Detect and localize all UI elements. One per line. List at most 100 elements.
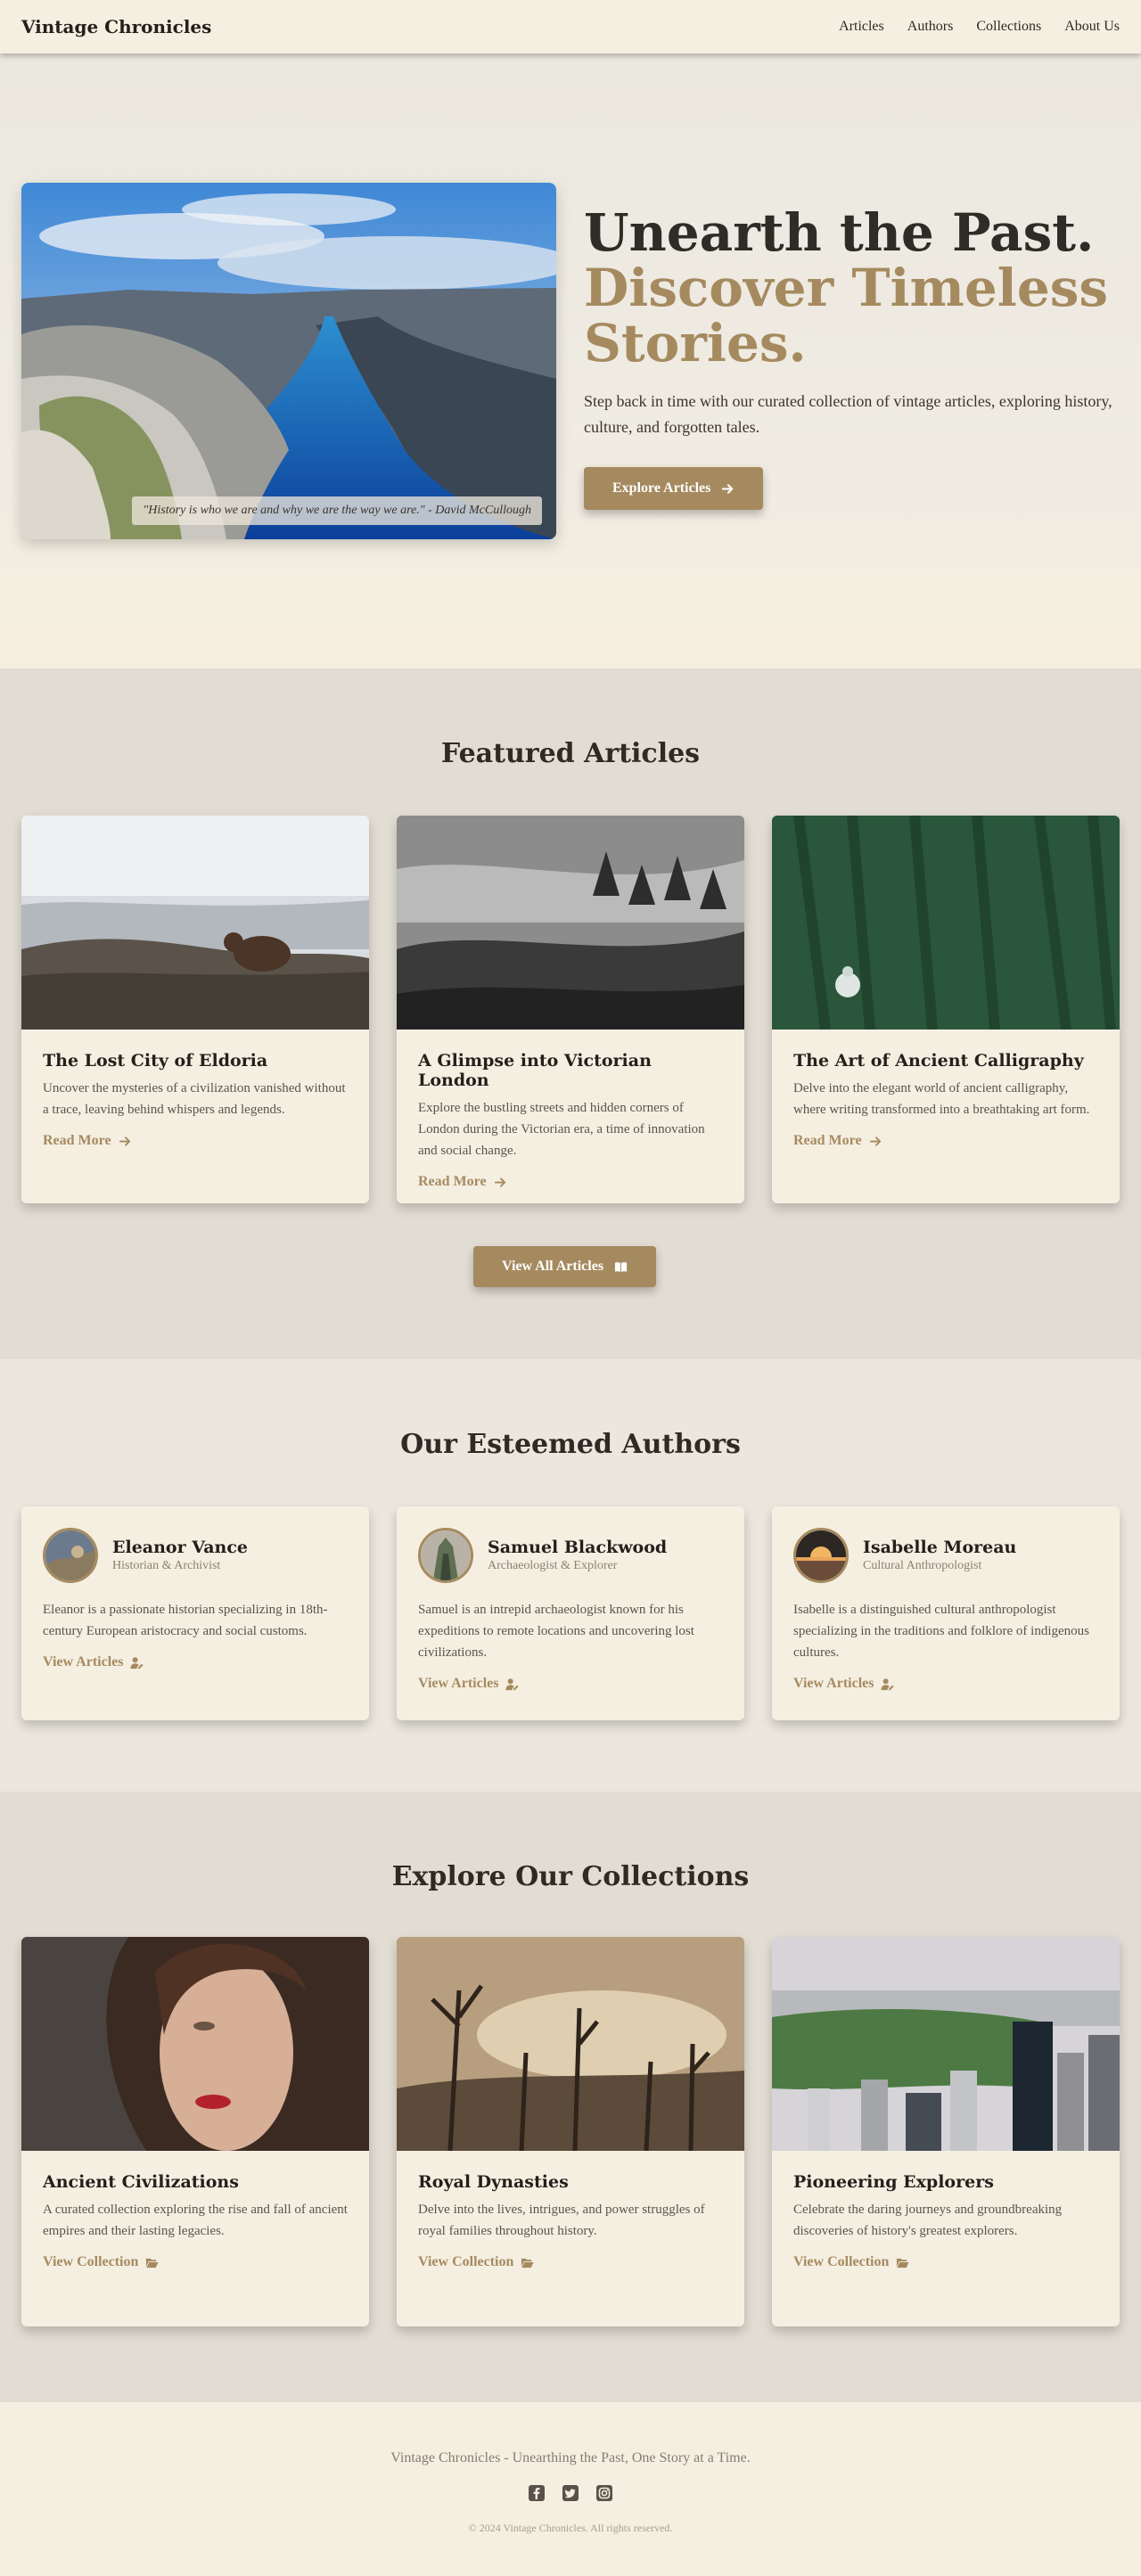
hero-subtitle: Step back in time with our curated colle…	[584, 392, 1112, 436]
view-articles-label: View Articles	[418, 1676, 499, 1691]
article-title[interactable]: A Glimpse into Victorian London	[418, 1051, 723, 1090]
article-description: Explore the bustling streets and hidden …	[418, 1101, 705, 1158]
author-card: Samuel Blackwood Archaeologist & Explore…	[397, 1506, 744, 1720]
view-collection-label: View Collection	[793, 2254, 890, 2269]
avatar	[43, 1528, 98, 1583]
featured-articles-section: Featured Articles The Lost City of Eldor…	[0, 669, 1141, 1359]
author-bio: Samuel is an intrepid archaeologist know…	[418, 1603, 694, 1660]
article-image-bear	[21, 816, 369, 1030]
view-all-articles-button[interactable]: View All Articles	[473, 1246, 657, 1287]
author-name: Eleanor Vance	[112, 1538, 248, 1557]
hero-text: Unearth the Past. Discover Timeless Stor…	[584, 205, 1119, 510]
view-articles-link[interactable]: View Articles	[793, 1676, 895, 1692]
avatar	[418, 1528, 473, 1583]
explore-articles-button[interactable]: Explore Articles	[584, 467, 764, 510]
author-role: Archaeologist & Explorer	[488, 1559, 618, 1572]
view-collection-label: View Collection	[418, 2254, 514, 2269]
arrow-right-icon	[119, 1136, 130, 1146]
collections-title: Explore Our Collections	[391, 1861, 750, 1892]
author-name: Samuel Blackwood	[488, 1538, 668, 1557]
collection-image-dead-trees	[397, 1937, 744, 2152]
footer-copyright: © 2024 Vintage Chronicles. All rights re…	[468, 2522, 673, 2534]
view-articles-link[interactable]: View Articles	[43, 1654, 144, 1670]
author-bio: Eleanor is a passionate historian specia…	[43, 1603, 328, 1638]
arrow-right-icon	[722, 483, 734, 494]
user-pen-icon	[505, 1678, 520, 1690]
explore-articles-label: Explore Articles	[612, 480, 711, 496]
folder-open-icon	[897, 2258, 909, 2268]
nav-link-articles[interactable]: Articles	[839, 19, 884, 35]
read-more-label: Read More	[793, 1133, 862, 1148]
author-role: Cultural Anthropologist	[863, 1559, 982, 1572]
author-name: Isabelle Moreau	[863, 1538, 1017, 1557]
article-title[interactable]: The Lost City of Eldoria	[43, 1051, 348, 1071]
arrow-right-icon	[869, 1136, 881, 1146]
view-articles-label: View Articles	[793, 1676, 874, 1691]
article-image-forest	[397, 816, 744, 1030]
author-card: Isabelle Moreau Cultural Anthropologist …	[772, 1506, 1120, 1720]
view-collection-link[interactable]: View Collection	[793, 2254, 909, 2270]
folder-open-icon	[521, 2258, 534, 2268]
collection-title[interactable]: Pioneering Explorers	[793, 2172, 1098, 2192]
authors-title: Our Esteemed Authors	[400, 1429, 741, 1460]
view-articles-label: View Articles	[43, 1654, 124, 1669]
collection-image-city-park	[772, 1937, 1120, 2151]
read-more-label: Read More	[418, 1174, 487, 1189]
hero-title-line3: Stories.	[584, 313, 807, 373]
author-bio: Isabelle is a distinguished cultural ant…	[793, 1603, 1090, 1660]
avatar	[793, 1528, 849, 1583]
collection-card: Royal Dynasties Delve into the lives, in…	[397, 1937, 744, 2326]
nav-link-about[interactable]: About Us	[1064, 19, 1120, 35]
author-card: Eleanor Vance Historian & Archivist Elea…	[21, 1506, 369, 1720]
social-links	[0, 2484, 1141, 2502]
arrow-right-icon	[494, 1177, 505, 1187]
book-open-icon	[614, 1261, 628, 1272]
read-more-link[interactable]: Read More	[43, 1133, 132, 1149]
article-title[interactable]: The Art of Ancient Calligraphy	[793, 1051, 1098, 1071]
hero-title-line2: Discover Timeless	[584, 258, 1109, 318]
featured-title: Featured Articles	[440, 738, 701, 769]
instagram-icon[interactable]	[595, 2484, 613, 2502]
read-more-label: Read More	[43, 1133, 111, 1148]
hero-quote: "History is who we are and why we are th…	[132, 496, 542, 525]
collection-title[interactable]: Ancient Civilizations	[43, 2172, 348, 2192]
top-navbar: Vintage Chronicles Articles Authors Coll…	[0, 0, 1141, 53]
collection-description: Delve into the lives, intrigues, and pow…	[418, 2203, 705, 2238]
collection-image-portrait	[21, 1937, 369, 2151]
collection-description: Celebrate the daring journeys and ground…	[793, 2203, 1063, 2238]
facebook-icon[interactable]	[528, 2484, 546, 2502]
nav-link-authors[interactable]: Authors	[907, 19, 954, 35]
read-more-link[interactable]: Read More	[793, 1133, 882, 1149]
collection-title[interactable]: Royal Dynasties	[418, 2172, 723, 2192]
article-image-cyclist	[772, 816, 1120, 1030]
hero-title-line1: Unearth the Past.	[584, 202, 1095, 263]
article-card: The Art of Ancient Calligraphy Delve int…	[772, 816, 1120, 1203]
nav-link-collections[interactable]: Collections	[976, 19, 1041, 35]
article-description: Uncover the mysteries of a civilization …	[43, 1081, 346, 1117]
authors-section: Our Esteemed Authors Eleanor Vance Histo…	[0, 1359, 1141, 1792]
brand-logo[interactable]: Vintage Chronicles	[21, 16, 211, 37]
collection-card: Ancient Civilizations A curated collecti…	[21, 1937, 369, 2326]
author-role: Historian & Archivist	[112, 1559, 221, 1572]
folder-open-icon	[146, 2258, 159, 2268]
collection-card: Pioneering Explorers Celebrate the darin…	[772, 1937, 1120, 2326]
collection-description: A curated collection exploring the rise …	[43, 2203, 348, 2238]
article-card: A Glimpse into Victorian London Explore …	[397, 816, 744, 1203]
view-collection-link[interactable]: View Collection	[43, 2254, 159, 2270]
view-collection-link[interactable]: View Collection	[418, 2254, 534, 2270]
view-collection-label: View Collection	[43, 2254, 139, 2269]
nav-links: Articles Authors Collections About Us	[839, 19, 1120, 35]
article-card: The Lost City of Eldoria Uncover the mys…	[21, 816, 369, 1203]
view-all-articles-label: View All Articles	[502, 1259, 604, 1274]
read-more-link[interactable]: Read More	[418, 1174, 507, 1190]
hero-fjord-image: "History is who we are and why we are th…	[21, 183, 556, 539]
article-description: Delve into the elegant world of ancient …	[793, 1081, 1090, 1117]
collections-section: Explore Our Collections Ancient Civiliza…	[0, 1792, 1141, 2402]
footer-tagline: Vintage Chronicles - Unearthing the Past…	[390, 2450, 751, 2465]
view-articles-link[interactable]: View Articles	[418, 1676, 520, 1692]
hero-section: "History is who we are and why we are th…	[0, 53, 1141, 669]
user-pen-icon	[130, 1656, 144, 1669]
footer: Vintage Chronicles - Unearthing the Past…	[0, 2402, 1141, 2576]
user-pen-icon	[881, 1678, 895, 1690]
twitter-icon[interactable]	[562, 2484, 579, 2502]
